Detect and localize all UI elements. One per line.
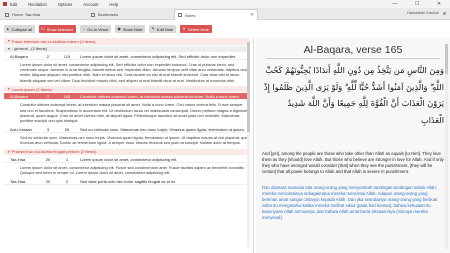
group-header-label: Fusce interdum nisl eu facilisis rutrum … bbox=[11, 38, 96, 44]
tab-notes-label: Notes bbox=[185, 12, 196, 18]
collapse-icon: ▴ bbox=[6, 26, 9, 32]
pencil-icon: ✎ bbox=[151, 26, 155, 32]
surah-name: Taa-Haa bbox=[10, 178, 26, 184]
note-preview: Sed eu vehicula nunc. Maecenas nec nunc … bbox=[80, 126, 245, 132]
tab-bookmarks-label: Bookmarks bbox=[98, 12, 119, 17]
note-preview: Curabitur ultrices euismod lorem, at int… bbox=[80, 93, 240, 99]
edit-note-label: Edit Note bbox=[156, 26, 174, 32]
surah-number: 20 bbox=[45, 178, 51, 184]
verse-number: 2 bbox=[65, 178, 69, 184]
close-window-icon[interactable]: ✕ bbox=[428, 1, 450, 7]
close-tab-icon[interactable]: ✕ bbox=[250, 12, 254, 18]
group-header[interactable]: ▾ Praesent ac dui lacinia feugiat pretiu… bbox=[4, 148, 250, 156]
go-to-verse-button[interactable]: → Go to Verse bbox=[79, 25, 112, 33]
group-header-label: Lorem ipsum (2 Items) bbox=[11, 86, 52, 92]
note-preview: Sed vitae porta odio nec tortor sagittis… bbox=[80, 178, 177, 184]
trash-icon: ✕ bbox=[182, 26, 186, 32]
collapse-all-label: Collapse all bbox=[11, 26, 33, 32]
tab-notes[interactable]: Notes ✕ bbox=[174, 9, 258, 20]
show-selected-button[interactable]: ☐ Show selected bbox=[39, 25, 76, 33]
notes-icon bbox=[178, 13, 182, 17]
main-menu: Edit Recitation Options Account Help bbox=[10, 2, 129, 7]
user-avatar-icon bbox=[443, 11, 446, 15]
app-icon bbox=[3, 2, 7, 6]
show-selected-label: Show selected bbox=[46, 26, 73, 32]
verse-title: Al-Baqara, verse 165 bbox=[303, 44, 403, 56]
menu-recitation[interactable]: Recitation bbox=[28, 2, 47, 7]
verse-number: 1 bbox=[65, 156, 69, 162]
list-scrollbar-thumb[interactable] bbox=[247, 42, 250, 132]
menu-account[interactable]: Account bbox=[83, 2, 98, 7]
collapse-all-button[interactable]: ▴ Collapse all bbox=[4, 25, 36, 33]
window-controls: — ☐ ✕ bbox=[384, 1, 450, 7]
checkbox-icon: ☐ bbox=[41, 26, 45, 32]
delete-note-button[interactable]: ✕ Delete Note bbox=[180, 25, 212, 33]
arabic-verse-text: وَمِنَ النَّاسِ مَن يَتَّخِذُ مِن دُونِ … bbox=[263, 65, 444, 125]
surah-number: 2 bbox=[46, 93, 50, 99]
notes-list: ▾ Fusce interdum nisl eu facilisis rutru… bbox=[4, 38, 250, 253]
show-note-button[interactable]: ◉ Show Note bbox=[115, 25, 146, 33]
verse-number: 165 bbox=[63, 93, 71, 99]
group-header[interactable]: ▾ Fusce interdum nisl eu facilisis rutru… bbox=[4, 38, 250, 45]
divider bbox=[266, 58, 440, 59]
edit-note-button[interactable]: ✎ Edit Note bbox=[149, 25, 177, 33]
delete-note-label: Delete Note bbox=[187, 26, 209, 32]
surah-name: Taa-Haa bbox=[10, 156, 26, 162]
menu-edit[interactable]: Edit bbox=[10, 2, 17, 7]
user-name: Hamdallah Kashim bbox=[407, 11, 439, 15]
minimize-icon[interactable]: — bbox=[384, 1, 406, 7]
chevron-down-icon: ▾ bbox=[8, 87, 10, 92]
note-detail: Lorem ipsum dolor sit amet, consectetur … bbox=[20, 62, 250, 83]
surah-name: Al-Baqara bbox=[10, 53, 28, 59]
tab-home[interactable]: Home: Taa-Haa bbox=[2, 9, 86, 20]
table-row[interactable]: Aal-i-Imraan 3 26 Sed eu vehicula nunc. … bbox=[4, 126, 250, 134]
tab-bookmarks[interactable]: Bookmarks bbox=[88, 9, 172, 20]
maximize-icon[interactable]: ☐ bbox=[406, 1, 428, 7]
chevron-down-icon: ▾ bbox=[8, 39, 10, 44]
reader-scrollbar[interactable] bbox=[445, 44, 448, 249]
english-translation: And [yet], among the people are those wh… bbox=[262, 151, 444, 174]
subgroup-header-label: - general - (3 Items) bbox=[11, 46, 47, 52]
arrow-right-icon: → bbox=[81, 26, 86, 32]
surah-number: 20 bbox=[45, 156, 51, 162]
note-detail: Curabitur ultrices euismod lorem, at int… bbox=[20, 102, 250, 123]
tab-home-label: Home: Taa-Haa bbox=[12, 12, 40, 17]
verse-number: 26 bbox=[64, 126, 70, 132]
go-to-verse-label: Go to Verse bbox=[87, 26, 109, 32]
group-header[interactable]: ▾ Lorem ipsum (2 Items) bbox=[4, 85, 250, 93]
subgroup-header[interactable]: ▾ - general - (3 Items) bbox=[4, 45, 250, 52]
note-detail: Sed eu vehicula nunc. Maecenas nec nunc … bbox=[20, 135, 249, 146]
indonesian-translation: Dan diantara manusia ada orang-orang yan… bbox=[262, 185, 438, 220]
chevron-down-icon: ▾ bbox=[8, 46, 10, 51]
surah-number: 3 bbox=[46, 126, 50, 132]
note-preview: Lorem ipsum dolor sit amet, consectetur … bbox=[80, 53, 237, 59]
notes-toolbar: ▴ Collapse all ☐ Show selected → Go to V… bbox=[0, 24, 255, 34]
menu-help[interactable]: Help bbox=[109, 2, 118, 7]
bookmark-icon bbox=[91, 12, 95, 17]
table-row[interactable]: Taa-Haa 20 2 Sed vitae porta odio nec to… bbox=[4, 178, 250, 186]
verse-number: 115 bbox=[63, 53, 71, 59]
menu-options[interactable]: Options bbox=[58, 2, 72, 7]
table-row-selected[interactable]: Al-Baqara 2 165 Curabitur ultrices euism… bbox=[4, 93, 250, 101]
reader-scrollbar-thumb[interactable] bbox=[445, 44, 448, 74]
menu-bar: Edit Recitation Options Account Help — ☐… bbox=[0, 0, 450, 8]
tab-bar: Home: Taa-Haa Bookmarks Notes ✕ Hamdalla… bbox=[0, 8, 450, 20]
table-row[interactable]: Al-Baqara 2 115 Lorem ipsum dolor sit am… bbox=[4, 53, 250, 60]
note-preview: Lorem ipsum dolor sit amet, consectetur … bbox=[80, 156, 178, 162]
surah-name: Aal-i-Imraan bbox=[10, 126, 32, 132]
table-row[interactable]: Taa-Haa 20 1 Lorem ipsum dolor sit amet,… bbox=[4, 156, 250, 164]
group-header-label: Praesent ac dui lacinia feugiat pretium … bbox=[11, 149, 97, 155]
note-detail: Lorem ipsum dolor sit amet, consectetur … bbox=[20, 165, 245, 176]
eye-icon: ◉ bbox=[117, 26, 121, 32]
verse-reader: Al-Baqara, verse 165 وَمِنَ النَّاسِ مَن… bbox=[256, 38, 450, 253]
chevron-down-icon: ▾ bbox=[8, 149, 10, 154]
pane-splitter[interactable] bbox=[253, 38, 254, 253]
home-icon bbox=[5, 12, 9, 17]
show-note-label: Show Note bbox=[122, 26, 143, 32]
surah-name: Al-Baqara bbox=[10, 93, 28, 99]
surah-number: 2 bbox=[46, 53, 50, 59]
user-info[interactable]: Hamdallah Kashim bbox=[407, 11, 446, 15]
